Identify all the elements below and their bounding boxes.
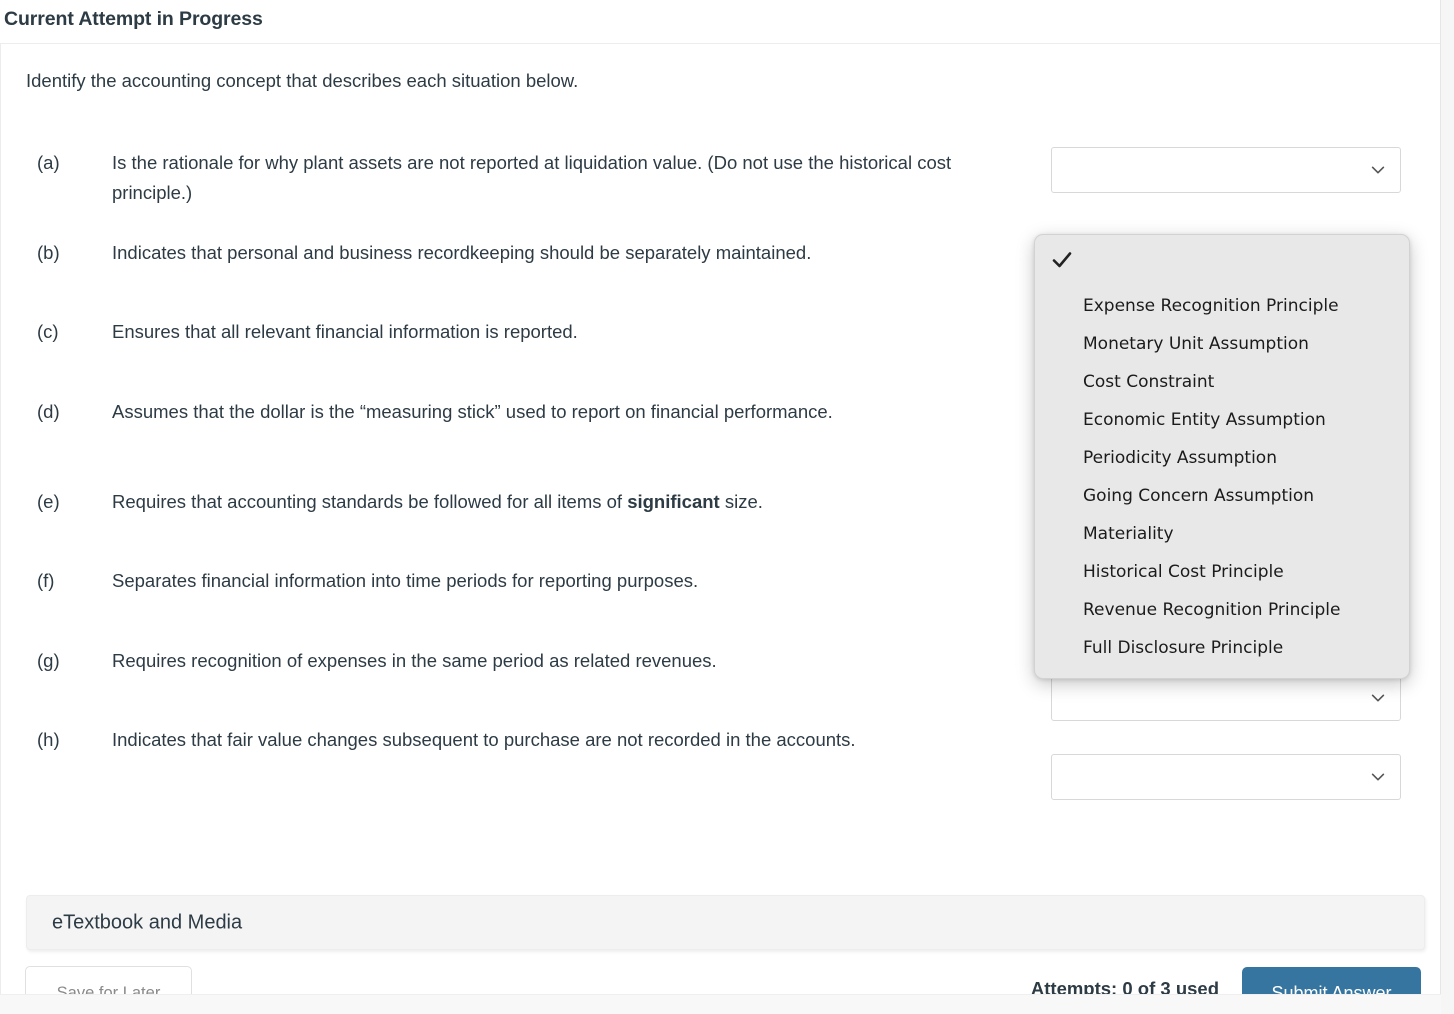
question-text-d: Assumes that the dollar is the “measurin… <box>112 401 833 422</box>
screen-root: Current Attempt in Progress Identify the… <box>0 0 1454 1014</box>
dropdown-option-label: Materiality <box>1083 524 1174 544</box>
dropdown-option[interactable]: Periodicity Assumption <box>1035 439 1409 477</box>
question-text-e-part2: size. <box>719 491 763 512</box>
question-label-c: (c) <box>37 321 59 342</box>
question-text-f: Separates financial information into tim… <box>112 570 699 591</box>
chevron-down-icon <box>1371 166 1385 174</box>
dropdown-option-label: Full Disclosure Principle <box>1083 638 1284 658</box>
etextbook-and-media-label: eTextbook and Media <box>52 911 243 933</box>
dropdown-option[interactable]: Monetary Unit Assumption <box>1035 325 1409 363</box>
chevron-down-icon <box>1371 694 1385 702</box>
dropdown-option-label: Going Concern Assumption <box>1083 486 1315 506</box>
question-text-e-emphasis: significant <box>627 491 720 512</box>
question-label-a: (a) <box>37 152 60 173</box>
dropdown-option-label: Economic Entity Assumption <box>1083 410 1326 430</box>
question-text-h: Indicates that fair value changes subseq… <box>112 729 856 750</box>
question-label-d: (d) <box>37 401 60 422</box>
dropdown-option-blank[interactable] <box>1035 235 1409 287</box>
etextbook-and-media-bar[interactable]: eTextbook and Media <box>26 895 1425 950</box>
answer-select-g[interactable] <box>1051 675 1401 721</box>
dropdown-option-label: Revenue Recognition Principle <box>1083 600 1341 620</box>
question-label-f: (f) <box>37 570 55 591</box>
question-text-c: Ensures that all relevant financial info… <box>112 321 578 342</box>
question-text-g: Requires recognition of expenses in the … <box>112 650 717 671</box>
dropdown-option-label: Monetary Unit Assumption <box>1083 334 1309 354</box>
question-label-e: (e) <box>37 491 60 512</box>
check-icon <box>1052 252 1072 268</box>
answer-options-dropdown[interactable]: Expense Recognition Principle Monetary Un… <box>1034 234 1410 679</box>
dropdown-option[interactable]: Revenue Recognition Principle <box>1035 591 1409 629</box>
question-text-e: Requires that accounting standards be fo… <box>112 487 1012 517</box>
question-label-h: (h) <box>37 729 60 750</box>
dropdown-option[interactable]: Cost Constraint <box>1035 363 1409 401</box>
question-text-b: Indicates that personal and business rec… <box>112 242 812 263</box>
question-label-b: (b) <box>37 242 60 263</box>
dropdown-option[interactable]: Full Disclosure Principle <box>1035 629 1409 667</box>
dropdown-option[interactable]: Expense Recognition Principle <box>1035 287 1409 325</box>
dropdown-option-label: Periodicity Assumption <box>1083 448 1277 468</box>
dropdown-option[interactable]: Historical Cost Principle <box>1035 553 1409 591</box>
dropdown-option[interactable]: Going Concern Assumption <box>1035 477 1409 515</box>
dropdown-option-label: Historical Cost Principle <box>1083 562 1284 582</box>
answer-select-a[interactable] <box>1051 147 1401 193</box>
dropdown-option[interactable]: Economic Entity Assumption <box>1035 401 1409 439</box>
answer-select-h[interactable] <box>1051 754 1401 800</box>
dropdown-option-label: Expense Recognition Principle <box>1083 296 1339 316</box>
instructions-text: Identify the accounting concept that des… <box>26 70 579 91</box>
page-title: Current Attempt in Progress <box>4 8 263 30</box>
question-label-g: (g) <box>37 650 60 671</box>
card-header: Current Attempt in Progress <box>0 0 1440 44</box>
question-text-e-part1: Requires that accounting standards be fo… <box>112 491 628 512</box>
bottom-strip <box>0 994 1441 1014</box>
question-text-a: Is the rationale for why plant assets ar… <box>112 152 952 203</box>
dropdown-option[interactable]: Materiality <box>1035 515 1409 553</box>
dropdown-option-label: Cost Constraint <box>1083 372 1215 392</box>
chevron-down-icon <box>1371 773 1385 781</box>
